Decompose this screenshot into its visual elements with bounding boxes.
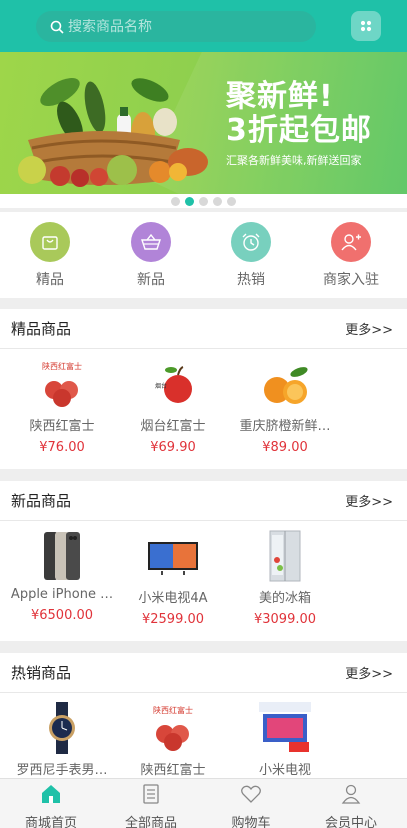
carousel-dot[interactable] <box>213 196 222 206</box>
menu-button[interactable] <box>351 11 381 41</box>
svg-text:陕西红富士: 陕西红富士 <box>42 361 82 371</box>
user-icon <box>341 784 361 804</box>
product-card[interactable]: 重庆脐橙新鲜… ¥89.00 <box>229 358 341 455</box>
product-card[interactable]: 小米电视 <box>229 702 341 778</box>
more-link[interactable]: 更多>> <box>345 663 393 682</box>
search-icon <box>50 20 64 34</box>
svg-text:陕西红富士: 陕西红富士 <box>153 705 193 715</box>
fruit-basket-image <box>18 78 208 187</box>
grid-menu-icon <box>360 20 372 32</box>
orange-image <box>259 358 311 410</box>
more-link[interactable]: 更多>> <box>345 319 393 338</box>
product-card[interactable]: Apple iPhone … ¥6500.00 <box>6 530 118 623</box>
section-title: 精品商品 <box>11 320 72 338</box>
tab-member-center[interactable]: 会员中心 <box>301 783 401 828</box>
user-add-icon <box>331 222 371 262</box>
banner-title: 聚新鲜! 3折起包邮 <box>226 79 372 148</box>
product-card[interactable]: 小米电视4A ¥2599.00 <box>117 530 229 627</box>
svg-text:烟台: 烟台 <box>155 382 167 390</box>
shopping-bag-icon <box>30 222 70 262</box>
alarm-clock-icon <box>231 222 271 262</box>
product-card[interactable]: 陕西红富士 陕西红富士 ¥76.00 <box>6 358 118 455</box>
category-nav: 精品 新品 热销 商家入驻 <box>0 212 407 298</box>
tab-home[interactable]: 商城首页 <box>1 783 101 828</box>
iphone-image <box>36 530 88 582</box>
apple-image: 烟台 <box>147 358 199 410</box>
carousel-dot[interactable] <box>227 196 236 206</box>
product-card[interactable]: 美的冰箱 ¥3099.00 <box>229 530 341 627</box>
home-icon <box>42 785 60 803</box>
search-box[interactable] <box>36 11 316 42</box>
bottom-tab-bar: 商城首页 全部商品 购物车 会员中心 <box>0 778 407 828</box>
basket-icon <box>131 222 171 262</box>
more-link[interactable]: 更多>> <box>345 491 393 510</box>
watch-image <box>36 702 88 754</box>
tab-all-products[interactable]: 全部商品 <box>101 783 201 828</box>
tv-image <box>147 530 199 582</box>
banner-subtitle: 汇聚各新鲜美味,新鲜送回家 <box>226 154 362 167</box>
category-xinpin[interactable]: 新品 <box>101 222 201 289</box>
category-rexiao[interactable]: 热销 <box>201 222 301 289</box>
top-bar <box>0 0 407 52</box>
product-card[interactable]: 罗西尼手表男… <box>6 702 118 778</box>
apple-box-image: 陕西红富士 <box>36 358 88 410</box>
tv-ad-image <box>259 702 311 754</box>
carousel-indicator <box>0 194 407 208</box>
apple-box-image: 陕西红富士 <box>147 702 199 754</box>
section-title: 热销商品 <box>11 664 72 682</box>
section-new: 新品商品 更多>> Apple iPhone … ¥6500.00 小米电视4A… <box>0 481 407 641</box>
promo-banner[interactable]: 聚新鲜! 3折起包邮 汇聚各新鲜美味,新鲜送回家 <box>0 52 407 194</box>
heart-icon <box>241 785 261 803</box>
tab-cart[interactable]: 购物车 <box>201 783 301 828</box>
carousel-dot[interactable] <box>199 196 208 206</box>
category-merchant-join[interactable]: 商家入驻 <box>301 222 401 289</box>
product-card[interactable]: 烟台 烟台红富士 ¥69.90 <box>117 358 229 455</box>
list-icon <box>143 784 159 804</box>
section-featured: 精品商品 更多>> 陕西红富士 陕西红富士 ¥76.00 烟台 烟台红富士 ¥6… <box>0 309 407 469</box>
carousel-dot[interactable] <box>171 196 180 206</box>
fridge-image <box>259 530 311 582</box>
search-input[interactable] <box>68 18 288 35</box>
carousel-dot-active[interactable] <box>185 196 194 206</box>
product-card[interactable]: 陕西红富士 陕西红富士 <box>117 702 229 778</box>
section-title: 新品商品 <box>11 492 72 510</box>
category-jingpin[interactable]: 精品 <box>0 222 100 289</box>
